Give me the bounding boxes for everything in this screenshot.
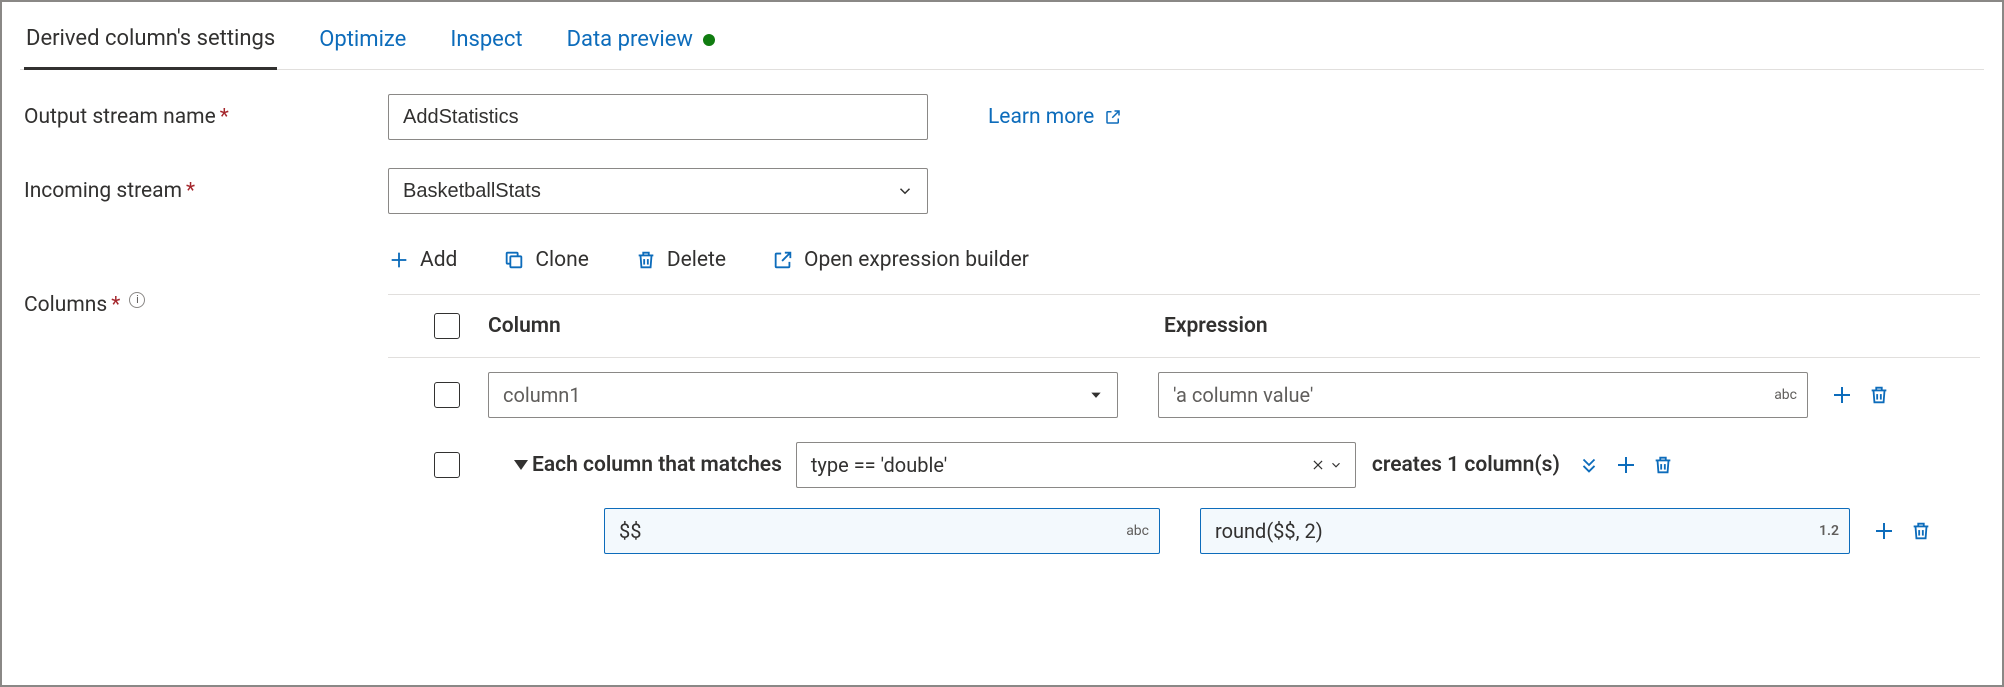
add-row-button[interactable]: [1614, 453, 1638, 477]
select-all-checkbox[interactable]: [434, 313, 460, 339]
tab-optimize-label: Optimize: [319, 27, 406, 52]
open-expression-builder-button[interactable]: Open expression builder: [772, 248, 1029, 272]
pattern-expr-value: round($$, 2): [1215, 519, 1323, 543]
info-icon[interactable]: i: [129, 292, 145, 308]
learn-more-link[interactable]: Learn more: [988, 105, 1122, 129]
column-header: Column: [488, 314, 1128, 338]
type-tag: abc: [1126, 523, 1149, 539]
clear-and-dropdown-icons: [1311, 458, 1343, 472]
required-asterisk: *: [111, 293, 120, 317]
delete-row-button[interactable]: [1652, 454, 1674, 476]
row-actions: [1872, 519, 1932, 543]
clone-button[interactable]: Clone: [503, 248, 588, 272]
pattern-name-value: $$: [619, 519, 641, 543]
add-row-button[interactable]: [1872, 519, 1896, 543]
incoming-stream-label: Incoming stream*: [24, 179, 388, 203]
trash-icon: [635, 249, 657, 271]
row-actions: [1578, 453, 1674, 477]
add-row-button[interactable]: [1830, 383, 1854, 407]
learn-more-text: Learn more: [988, 105, 1094, 129]
clone-button-label: Clone: [535, 248, 588, 272]
incoming-stream-row: Incoming stream*: [24, 168, 1980, 214]
incoming-stream-label-text: Incoming stream: [24, 179, 182, 203]
pattern-condition-value: type == 'double': [811, 453, 947, 477]
tab-data-preview[interactable]: Data preview: [565, 21, 717, 68]
pattern-prefix-label: Each column that matches: [532, 453, 782, 477]
delete-row-button[interactable]: [1910, 520, 1932, 542]
output-stream-row: Output stream name* Learn more: [24, 94, 1980, 140]
tab-inspect[interactable]: Inspect: [448, 21, 524, 68]
open-icon: [772, 249, 794, 271]
tab-bar: Derived column's settings Optimize Inspe…: [20, 2, 1984, 70]
type-tag: 1.2: [1819, 523, 1839, 539]
columns-label: Columns* i: [24, 242, 388, 317]
row-checkbox[interactable]: [434, 382, 460, 408]
columns-editor: Add Clone Delete: [388, 242, 1980, 568]
columns-table-header: Column Expression: [388, 295, 1980, 358]
output-stream-input[interactable]: [388, 94, 928, 140]
output-stream-label-text: Output stream name: [24, 105, 216, 129]
derived-column-settings-panel: Derived column's settings Optimize Inspe…: [0, 0, 2004, 687]
tab-optimize[interactable]: Optimize: [317, 21, 408, 68]
tab-settings-label: Derived column's settings: [26, 26, 275, 51]
expand-triangle-icon[interactable]: [514, 460, 528, 470]
expression-value: 'a column value': [1173, 383, 1313, 407]
incoming-stream-select-wrap: [388, 168, 928, 214]
type-tag: abc: [1774, 387, 1797, 403]
copy-icon: [503, 249, 525, 271]
columns-toolbar: Add Clone Delete: [388, 242, 1980, 295]
column-name-value: column1: [503, 383, 581, 407]
status-dot-icon: [703, 34, 715, 46]
delete-button[interactable]: Delete: [635, 248, 726, 272]
tab-inspect-label: Inspect: [450, 27, 522, 52]
required-asterisk: *: [220, 105, 229, 129]
row-checkbox[interactable]: [434, 452, 460, 478]
delete-row-button[interactable]: [1868, 384, 1890, 406]
add-button-label: Add: [420, 248, 457, 272]
add-button[interactable]: Add: [388, 248, 457, 272]
close-icon[interactable]: [1311, 458, 1325, 472]
pattern-value-expression-input[interactable]: round($$, 2) 1.2: [1200, 508, 1850, 554]
delete-button-label: Delete: [667, 248, 726, 272]
tab-settings[interactable]: Derived column's settings: [24, 20, 277, 70]
external-link-icon: [1104, 108, 1122, 126]
expression-input[interactable]: 'a column value' abc: [1158, 372, 1808, 418]
columns-label-text: Columns: [24, 293, 107, 317]
chevron-down-icon[interactable]: [1329, 458, 1343, 472]
pattern-suffix-label: creates 1 column(s): [1372, 453, 1560, 477]
pattern-name-expression-input[interactable]: $$ abc: [604, 508, 1160, 554]
column-name-dropdown[interactable]: column1: [488, 372, 1118, 418]
expression-header: Expression: [1164, 314, 1268, 338]
incoming-stream-select[interactable]: [388, 168, 928, 214]
table-row: column1 'a column value' abc: [388, 358, 1980, 432]
tab-preview-label: Data preview: [567, 27, 693, 52]
open-builder-label: Open expression builder: [804, 248, 1029, 272]
row-actions: [1830, 383, 1890, 407]
pattern-sub-row: $$ abc round($$, 2) 1.2: [388, 502, 1980, 568]
plus-icon: [388, 249, 410, 271]
double-chevron-down-icon[interactable]: [1578, 454, 1600, 476]
pattern-row: Each column that matches type == 'double…: [388, 432, 1980, 502]
pattern-condition-input[interactable]: type == 'double': [796, 442, 1356, 488]
form-area: Output stream name* Learn more Incoming …: [20, 70, 1984, 568]
output-stream-label: Output stream name*: [24, 105, 388, 129]
required-asterisk: *: [186, 179, 195, 203]
columns-row: Columns* i Add Clon: [24, 242, 1980, 568]
caret-down-icon: [1089, 388, 1103, 402]
